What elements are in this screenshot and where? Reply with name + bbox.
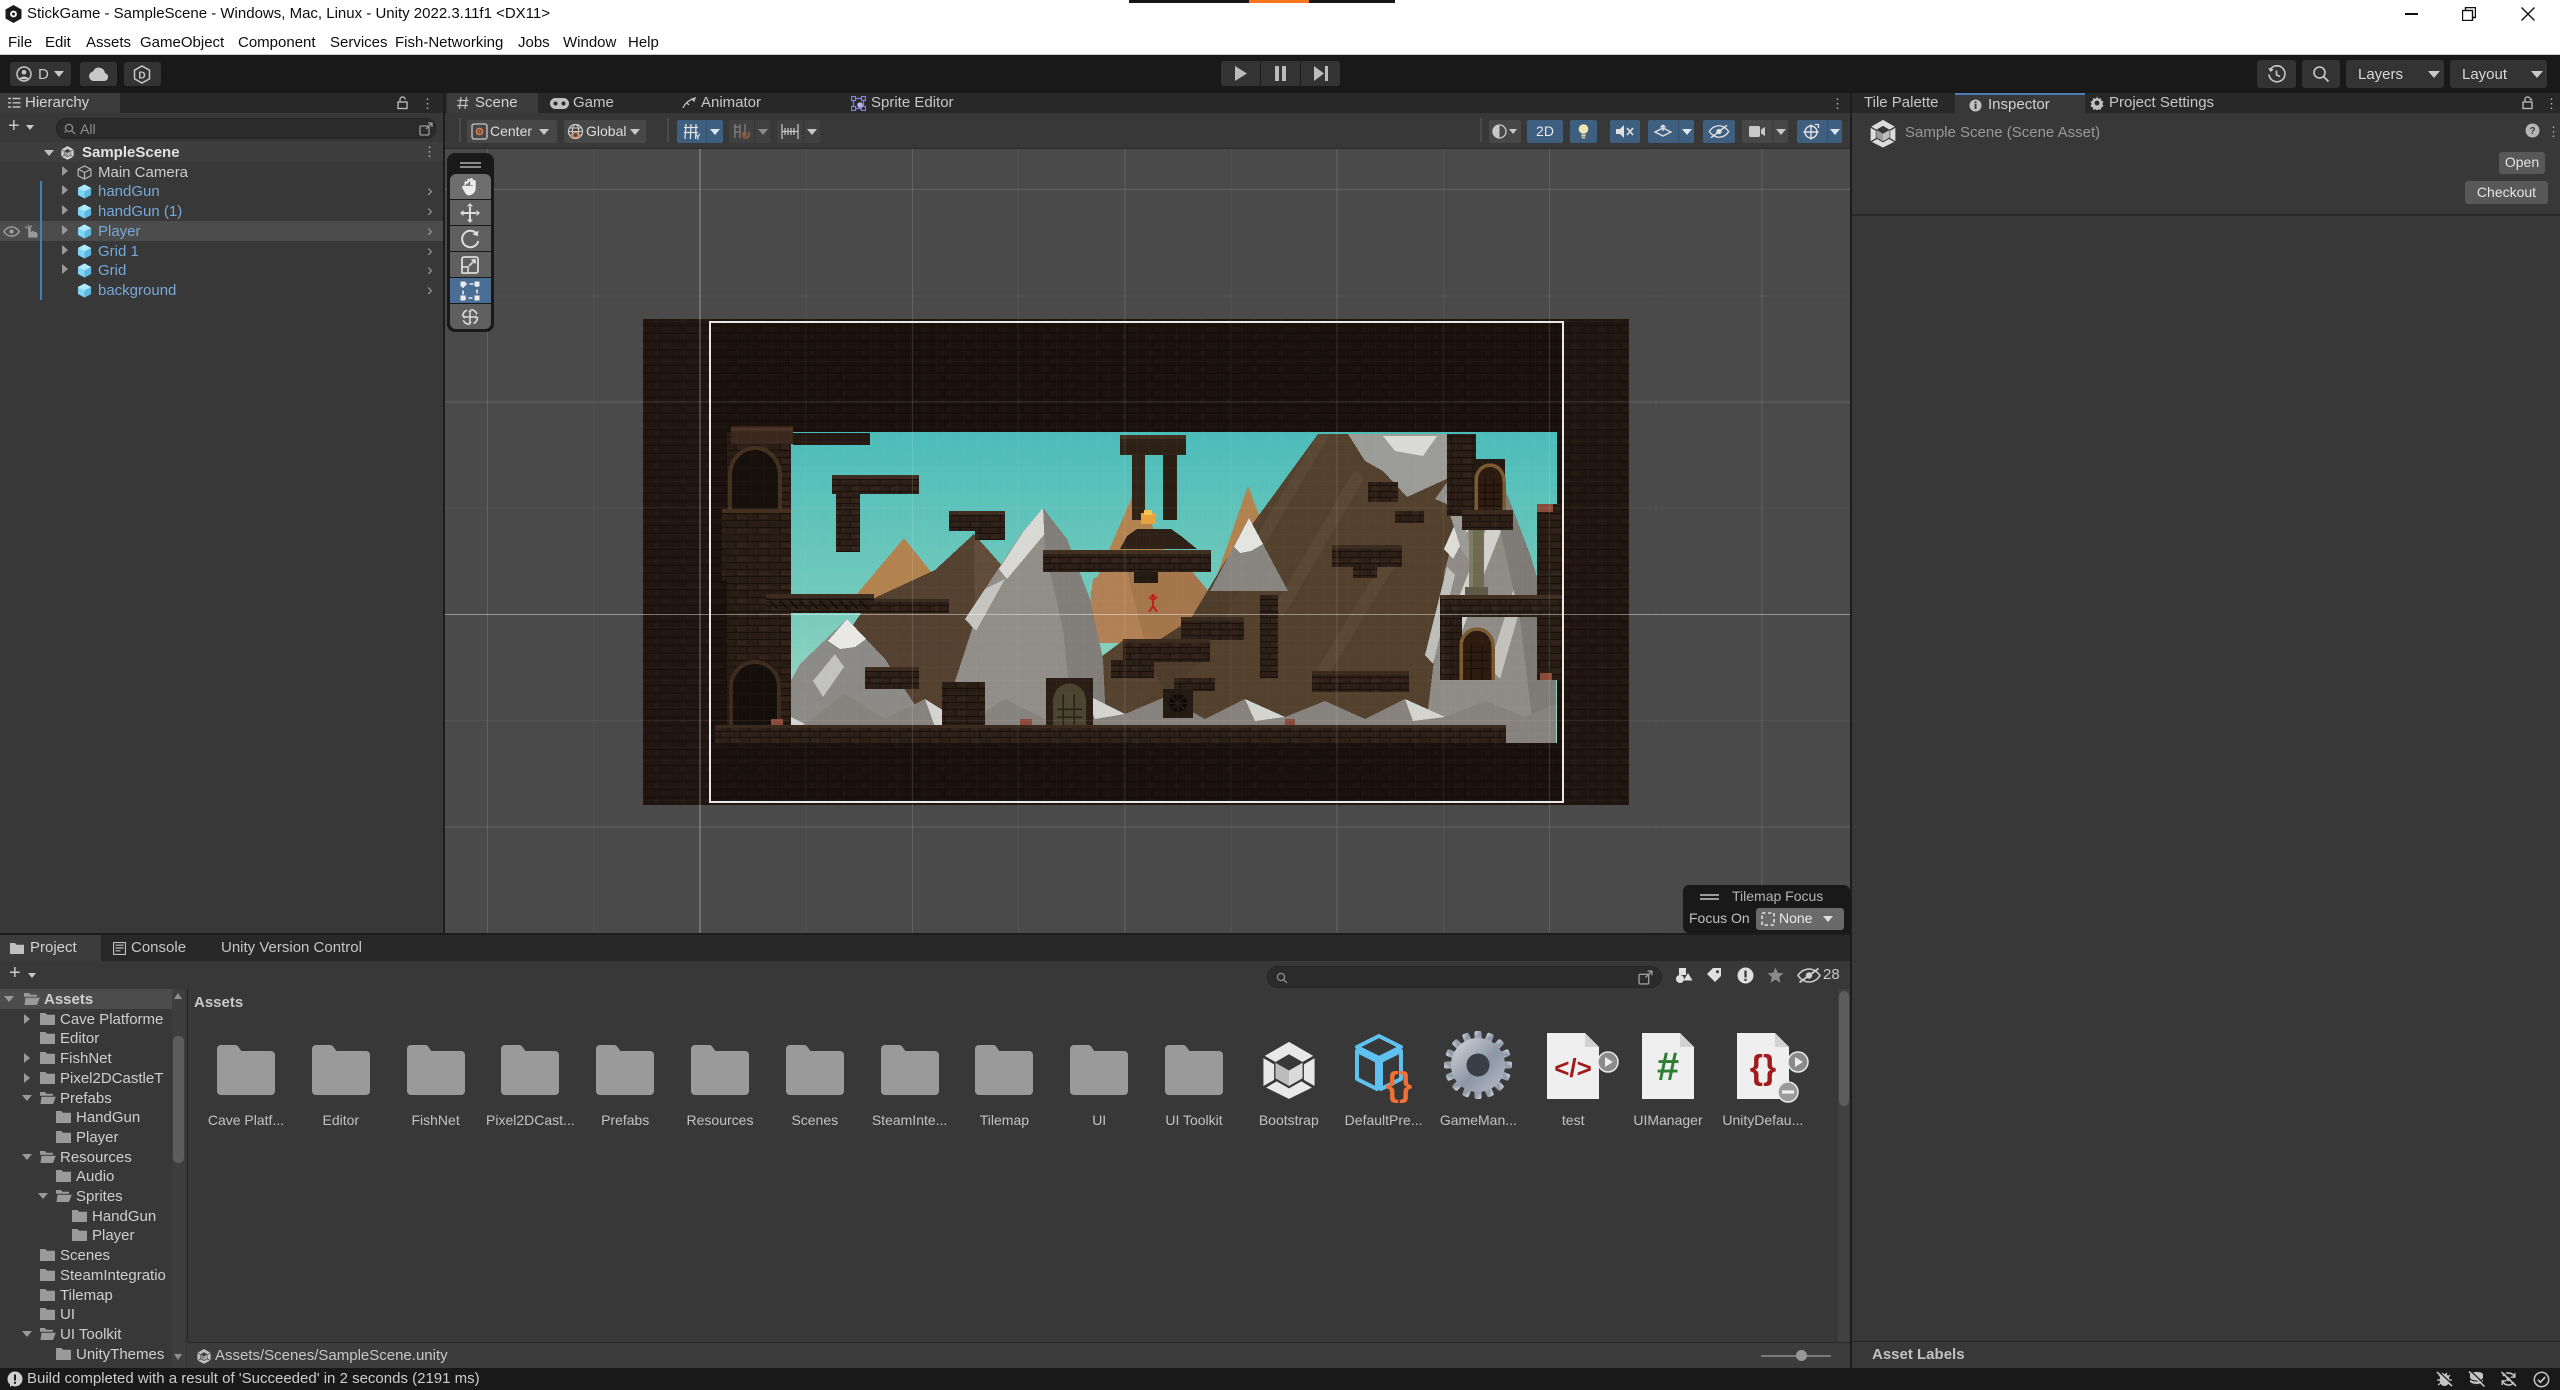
- svg-text:{}: {}: [1750, 1049, 1776, 1087]
- svg-text:</>: </>: [1554, 1053, 1592, 1083]
- svg-text:?: ?: [2529, 126, 2535, 137]
- svg-text:#: #: [1657, 1045, 1679, 1089]
- svg-text:Y: Y: [695, 132, 700, 141]
- svg-text:{}: {}: [1385, 1066, 1411, 1104]
- svg-text:D: D: [138, 71, 145, 82]
